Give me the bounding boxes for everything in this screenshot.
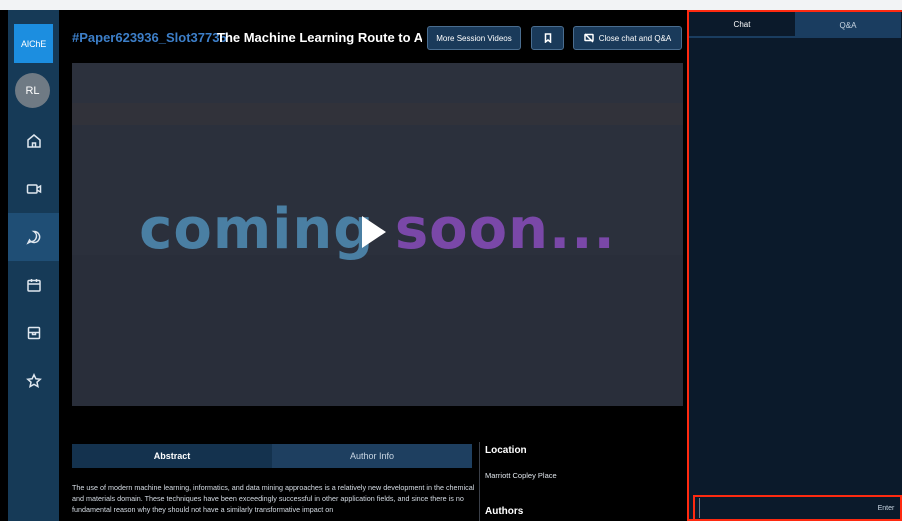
chat-panel: Chat Q&A Enter xyxy=(687,10,902,521)
session-header: #Paper623936_Slot37735 The Machine Learn… xyxy=(59,10,687,62)
video-player[interactable]: coming soon... xyxy=(72,63,683,406)
tab-qa[interactable]: Q&A xyxy=(795,12,901,38)
tab-chat[interactable]: Chat xyxy=(689,12,795,38)
chat-off-icon xyxy=(584,33,594,43)
session-main: #Paper623936_Slot37735 The Machine Learn… xyxy=(59,10,687,521)
archive-icon xyxy=(27,326,40,340)
tab-author-info[interactable]: Author Info xyxy=(272,444,472,468)
sidebar: AIChE RL xyxy=(8,10,59,521)
authors-heading: Authors xyxy=(485,506,524,517)
play-icon[interactable] xyxy=(362,216,386,248)
nav-chat[interactable] xyxy=(8,213,59,261)
bookmark-icon xyxy=(544,33,551,43)
nav-videos[interactable] xyxy=(8,165,59,213)
nav-home[interactable] xyxy=(8,117,59,165)
enter-button[interactable]: Enter xyxy=(872,505,900,512)
nav-archive[interactable] xyxy=(8,309,59,357)
more-session-videos-button[interactable]: More Session Videos xyxy=(427,26,521,50)
nav-calendar[interactable] xyxy=(8,261,59,309)
chat-message-input[interactable] xyxy=(699,498,872,518)
home-icon xyxy=(26,134,41,148)
location-value: Marriott Copley Place xyxy=(485,471,557,480)
close-chat-button[interactable]: Close chat and Q&A xyxy=(573,26,682,50)
abstract-text: The use of modern machine learning, info… xyxy=(72,483,475,514)
location-heading: Location xyxy=(485,445,527,456)
star-icon xyxy=(25,373,42,388)
details-divider xyxy=(479,442,480,521)
coming-word: coming xyxy=(139,197,375,262)
video-icon xyxy=(26,184,41,194)
nav-favorites[interactable] xyxy=(8,357,59,405)
details-tabs: Abstract Author Info xyxy=(72,444,472,468)
session-title: The Machine Learning Route to Acce... xyxy=(217,30,422,45)
paper-id: #Paper623936_Slot37735 xyxy=(72,30,227,45)
calendar-icon xyxy=(26,279,41,292)
user-avatar[interactable]: RL xyxy=(15,73,50,108)
more-session-videos-label: More Session Videos xyxy=(436,33,512,43)
chat-icon xyxy=(25,230,40,245)
chat-tabs: Chat Q&A xyxy=(689,12,902,38)
aiche-logo[interactable]: AIChE xyxy=(14,24,53,63)
soon-word: soon... xyxy=(394,197,616,262)
bookmark-button[interactable] xyxy=(531,26,564,50)
close-chat-label: Close chat and Q&A xyxy=(598,33,672,43)
tab-abstract[interactable]: Abstract xyxy=(72,444,272,468)
browser-top-strip xyxy=(0,0,902,10)
chat-input-box: Enter xyxy=(693,495,902,521)
